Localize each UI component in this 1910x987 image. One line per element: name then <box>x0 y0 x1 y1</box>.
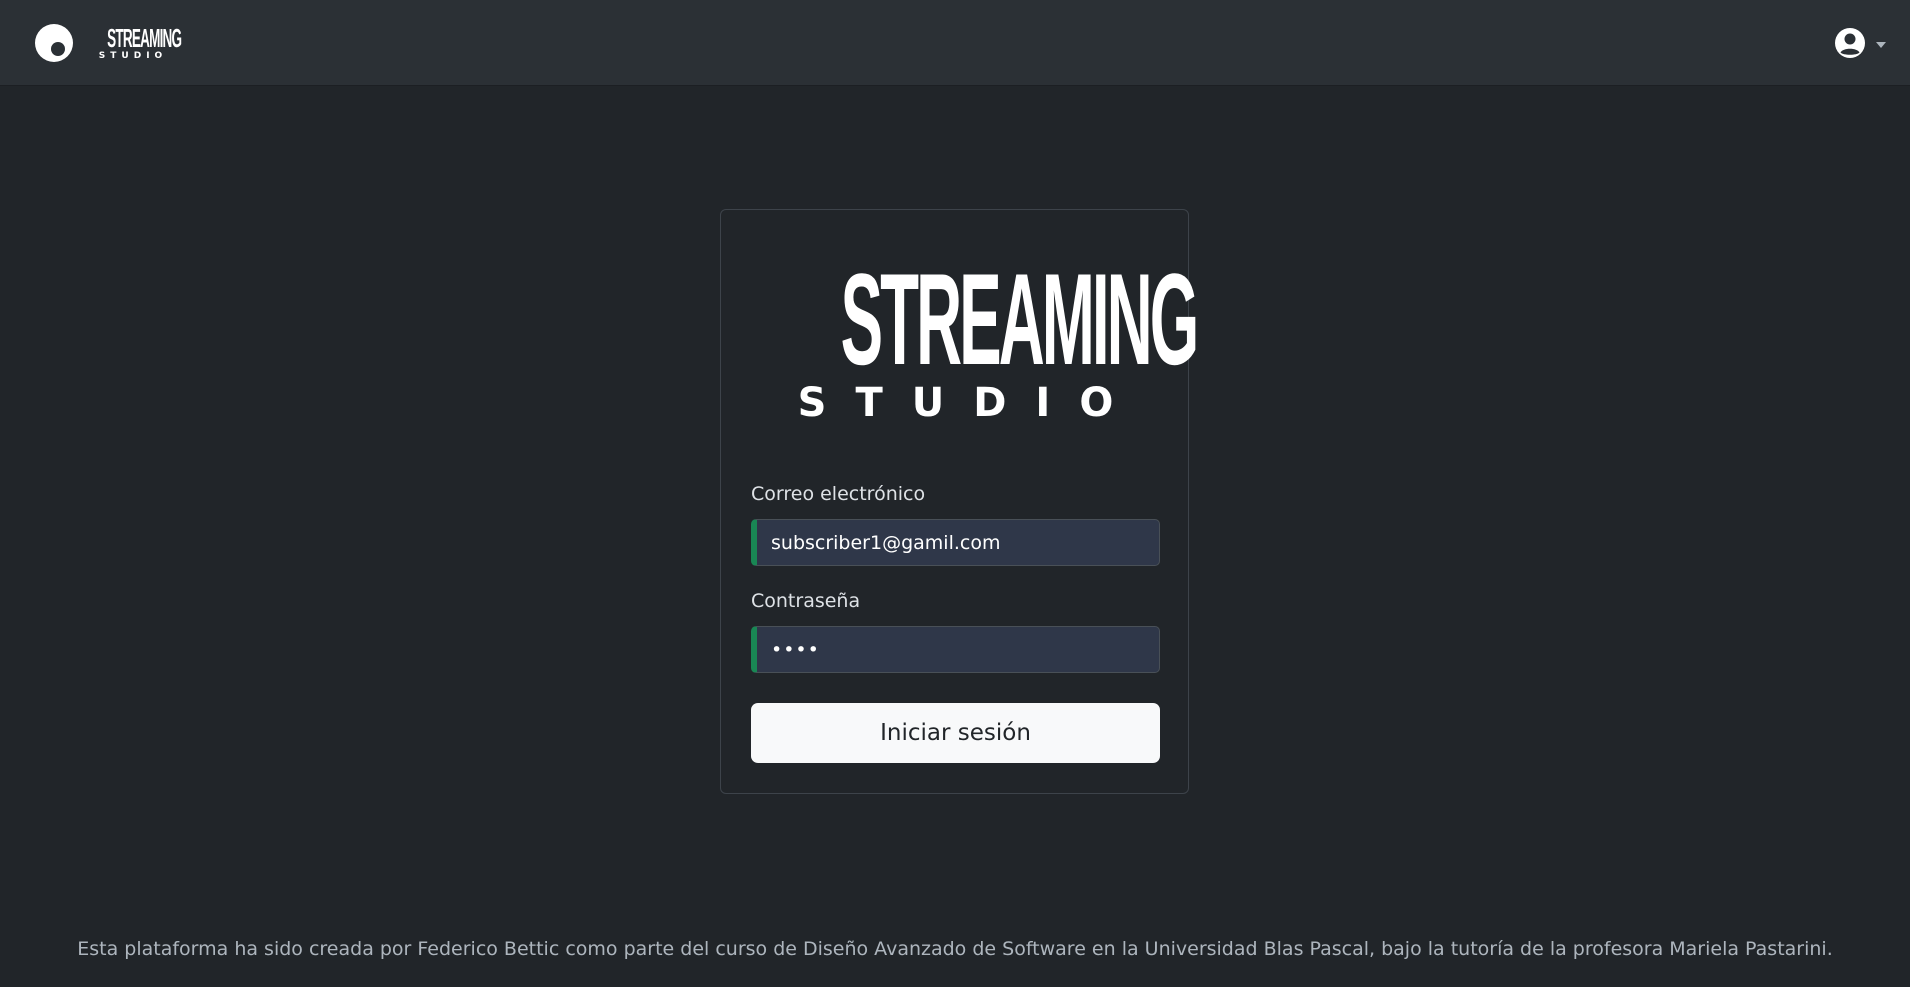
login-card: STREAMING STUDIO Correo electrónico Cont… <box>720 209 1200 794</box>
password-field[interactable] <box>751 626 1160 673</box>
email-field[interactable] <box>751 519 1160 566</box>
brand-wordmark-title: STREAMING <box>107 23 182 53</box>
email-label: Correo electrónico <box>751 483 926 505</box>
brand-wordmark: STREAMING STUDIO <box>90 23 182 61</box>
footer-credits: Esta plataforma ha sido creada por Feder… <box>77 938 1833 960</box>
login-logo: STREAMING STUDIO <box>721 246 1200 426</box>
caret-down-icon <box>1876 42 1886 48</box>
password-label: Contraseña <box>751 590 861 612</box>
brand-logo-link[interactable]: STREAMING STUDIO <box>34 20 182 66</box>
brand-logo-icon <box>34 23 74 63</box>
brand-wordmark-subtitle: STUDIO <box>98 51 168 61</box>
login-logo-title: STREAMING <box>840 246 1200 392</box>
user-menu-toggle[interactable] <box>1834 27 1886 63</box>
login-button[interactable]: Iniciar sesión <box>751 703 1160 763</box>
top-navbar: STREAMING STUDIO <box>0 0 1910 86</box>
user-circle-icon <box>1834 27 1866 63</box>
